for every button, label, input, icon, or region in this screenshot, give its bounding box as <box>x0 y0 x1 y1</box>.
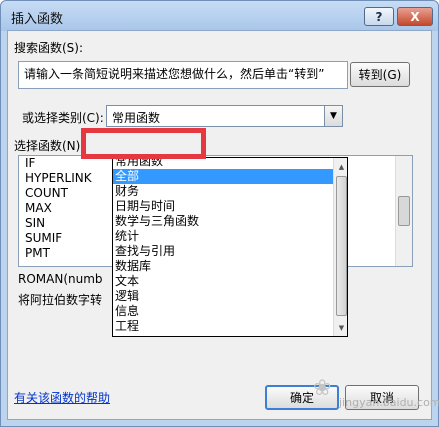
title-bar: 插入函数 ? X <box>1 1 438 31</box>
paw-icon: ❀ <box>313 376 332 401</box>
search-label: 搜索函数(S): <box>14 41 84 55</box>
category-dropdown[interactable]: 常用函数 全部 财务 日期与时间 数学与三角函数 统计 查找与引用 数据库 文本… <box>112 157 348 337</box>
dialog-title: 插入函数 <box>11 12 64 27</box>
function-description: 将阿拉伯数字转 <box>18 293 103 307</box>
scrollbar-thumb[interactable] <box>398 196 410 226</box>
category-select[interactable]: 常用函数 <box>106 105 333 127</box>
dropdown-item-finance[interactable]: 财务 <box>113 184 347 199</box>
dropdown-item-logic[interactable]: 逻辑 <box>113 289 347 304</box>
dropdown-scrollbar[interactable]: ▲ ▼ <box>333 158 347 336</box>
help-button[interactable]: ? <box>364 7 394 26</box>
function-syntax: ROMAN(numb <box>18 272 103 286</box>
dropdown-item-math[interactable]: 数学与三角函数 <box>113 214 347 229</box>
dialog-body: 搜索函数(S): 请输入一条简短说明来描述您想做什么，然后单击“转到” 转到(G… <box>7 30 432 420</box>
function-help-link[interactable]: 有关该函数的帮助 <box>14 389 110 406</box>
dropdown-item-all[interactable]: 全部 <box>113 169 347 184</box>
close-button[interactable]: X <box>397 7 433 26</box>
dropdown-item-datetime[interactable]: 日期与时间 <box>113 199 347 214</box>
watermark: ❀ jingyan.baidu.com <box>313 372 439 418</box>
category-label: 或选择类别(C): <box>22 111 104 125</box>
dropdown-item-lookup[interactable]: 查找与引用 <box>113 244 347 259</box>
dropdown-item-engineering[interactable]: 工程 <box>113 319 347 334</box>
watermark-text: jingyan.baidu.com <box>339 396 439 409</box>
scroll-up-icon[interactable]: ▲ <box>334 159 347 174</box>
dropdown-item-text[interactable]: 文本 <box>113 274 347 289</box>
scroll-down-icon[interactable]: ▼ <box>334 320 347 335</box>
close-icon: X <box>410 9 420 24</box>
question-icon: ? <box>375 9 383 24</box>
function-list-label: 选择函数(N): <box>14 139 85 153</box>
chevron-down-icon[interactable]: ▼ <box>324 105 343 127</box>
scrollbar-thumb[interactable] <box>336 176 347 316</box>
dropdown-item-database[interactable]: 数据库 <box>113 259 347 274</box>
annotation-highlight-box <box>81 128 206 159</box>
search-input[interactable]: 请输入一条简短说明来描述您想做什么，然后单击“转到” <box>18 61 348 89</box>
dropdown-item-statistics[interactable]: 统计 <box>113 229 347 244</box>
dropdown-item-info[interactable]: 信息 <box>113 304 347 319</box>
function-list-scrollbar[interactable] <box>395 156 412 266</box>
goto-button[interactable]: 转到(G) <box>350 62 410 87</box>
